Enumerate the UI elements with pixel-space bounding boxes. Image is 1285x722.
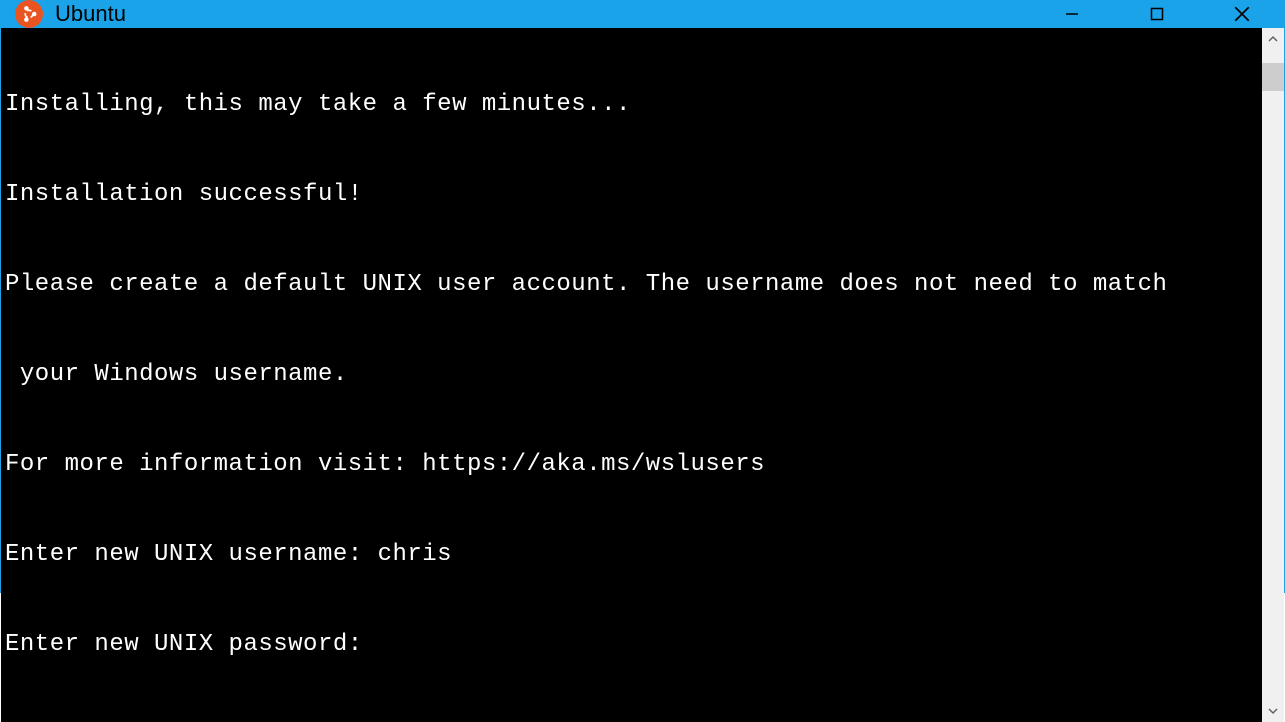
titlebar[interactable]: Ubuntu <box>1 0 1284 28</box>
username-input[interactable]: chris <box>378 541 453 568</box>
scroll-thumb[interactable] <box>1262 63 1284 91</box>
scroll-track[interactable] <box>1262 50 1284 700</box>
ubuntu-logo-icon <box>15 0 43 28</box>
terminal-line: Installation successful! <box>5 180 1258 210</box>
username-prompt-line: Enter new UNIX username: chris <box>5 540 1258 570</box>
scroll-up-button[interactable] <box>1262 28 1284 50</box>
close-button[interactable] <box>1199 0 1284 28</box>
maximize-icon <box>1149 6 1165 22</box>
window-controls <box>1029 0 1284 28</box>
terminal-line: Please create a default UNIX user accoun… <box>5 270 1258 300</box>
vertical-scrollbar[interactable] <box>1262 28 1284 722</box>
password-prompt: Enter new UNIX password: <box>5 631 363 658</box>
password-prompt-line: Enter new UNIX password: <box>5 630 1258 660</box>
username-prompt: Enter new UNIX username: <box>5 541 378 568</box>
chevron-up-icon <box>1267 33 1279 45</box>
scroll-down-button[interactable] <box>1262 700 1284 722</box>
terminal-line: Installing, this may take a few minutes.… <box>5 90 1258 120</box>
app-window: Ubuntu Installing, this may <box>0 0 1285 593</box>
terminal-line: your Windows username. <box>5 360 1258 390</box>
window-title: Ubuntu <box>55 1 126 27</box>
minimize-button[interactable] <box>1029 0 1114 28</box>
terminal-line: For more information visit: https://aka.… <box>5 450 1258 480</box>
maximize-button[interactable] <box>1114 0 1199 28</box>
content-area: Installing, this may take a few minutes.… <box>1 28 1284 722</box>
chevron-down-icon <box>1267 705 1279 717</box>
close-icon <box>1233 5 1251 23</box>
minimize-icon <box>1064 6 1080 22</box>
terminal-output[interactable]: Installing, this may take a few minutes.… <box>1 28 1262 722</box>
